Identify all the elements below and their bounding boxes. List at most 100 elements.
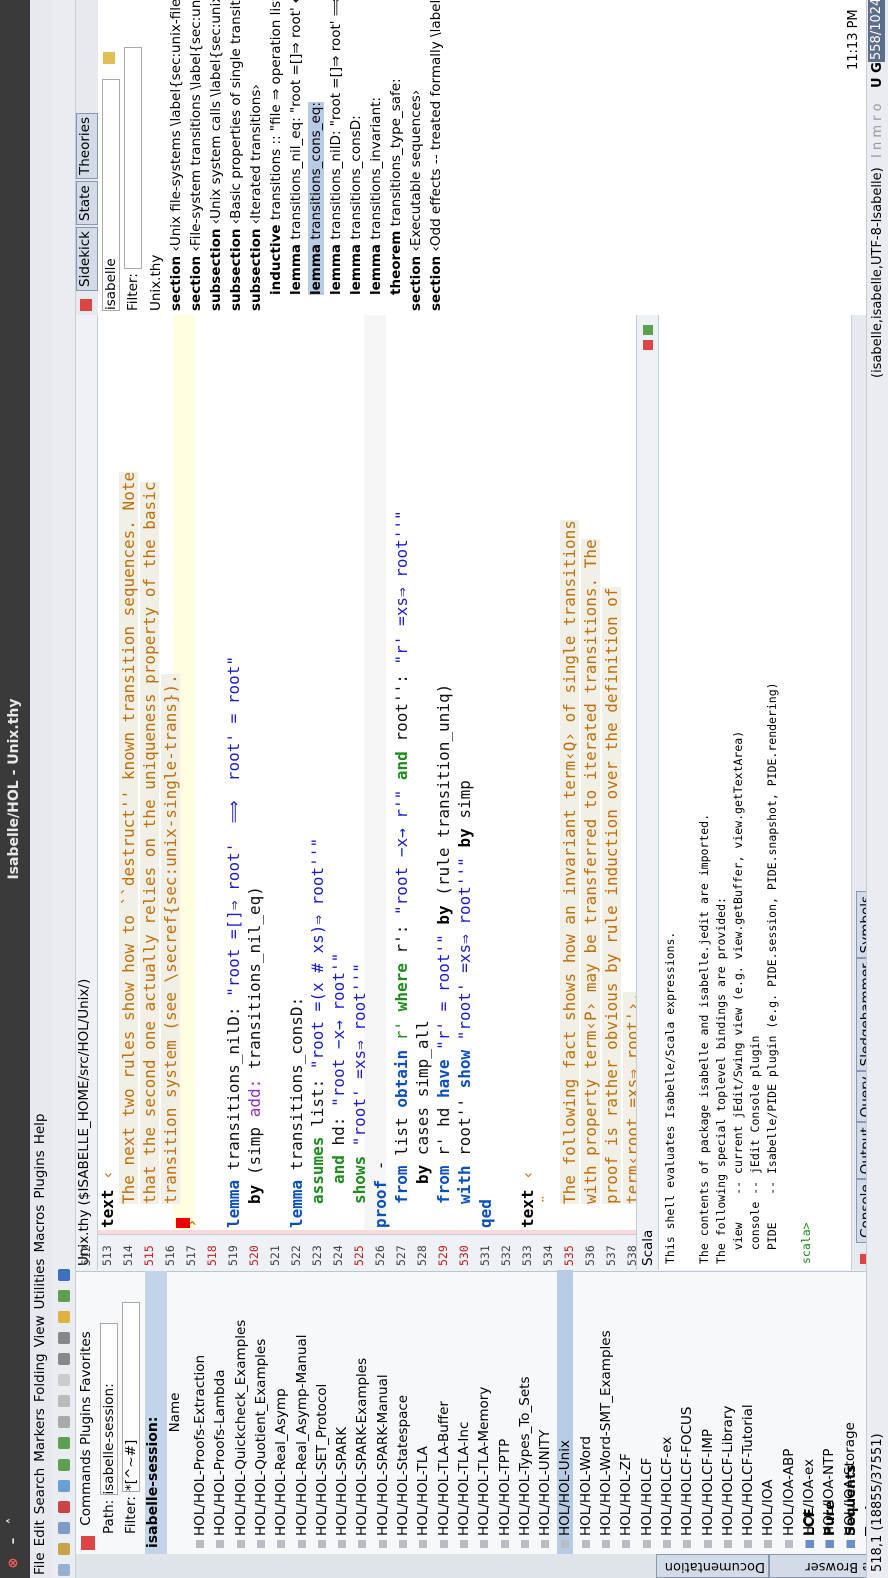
file-item[interactable]: HOL/IOA [760,1480,776,1548]
outline-item[interactable]: section ‹Unix file-systems \label{sec:un… [168,0,184,311]
cut-icon[interactable] [58,1416,70,1429]
tab-commands[interactable]: Commands [78,1449,94,1525]
outline-item[interactable]: lemma transitions_nil_eq: "root =[]⇒ roo… [288,0,304,295]
menu-file[interactable]: File [30,1549,48,1578]
outline-item[interactable]: inductive transitions :: "file ⇒ operati… [268,0,284,295]
file-item[interactable]: HOL/HOLCF-Library [720,1406,736,1548]
print-icon[interactable] [58,1479,70,1492]
menu-edit[interactable]: Edit [30,1517,48,1549]
outline-item[interactable]: section ‹Executable sequences› [408,90,424,311]
file-item[interactable]: HOL/HOL-TLA-Inc [456,1422,472,1548]
buffer-mode-info[interactable]: (isabelle,isabelle,UTF-8-Isabelle) [870,167,885,378]
memory-indicator[interactable]: 558/1024MB [868,0,885,62]
folder-group[interactable]: Sequents [843,1465,859,1548]
save-icon[interactable] [58,1521,70,1534]
undo-icon[interactable] [58,1458,70,1471]
file-item[interactable]: HOL/HOL-TLA-Buffer [436,1401,452,1548]
file-item[interactable]: HOL/HOL-TPTP [497,1439,513,1548]
folder-group[interactable]: LCF [802,1508,818,1548]
find-icon[interactable] [58,1353,70,1366]
caret-position[interactable]: 518,1 (18855/37551) [870,1433,885,1572]
tab-state[interactable]: State [76,181,98,225]
file-item[interactable]: HOL/HOLCF-FOCUS [679,1407,695,1548]
file-item[interactable]: HOL/HOL-Quickcheck_Examples [233,1320,249,1548]
file-item[interactable]: HOL/HOL-Real_Asymp-Manual [294,1334,310,1548]
tab-documentation[interactable]: Documentation [656,1554,769,1578]
expand-icon[interactable] [806,1540,814,1548]
parser-select[interactable]: isabelle [102,79,120,311]
new-file-icon[interactable] [58,1564,70,1576]
buffer-path[interactable]: Unix.thy ($ISABELLE_HOME/src/HOL/Unix/) [76,979,92,1266]
outline-item[interactable]: subsection ‹Basic properties of single t… [228,0,244,311]
paste-icon[interactable] [58,1374,70,1387]
menu-markers[interactable]: Markers [30,1405,48,1465]
outline-item[interactable]: lemma transitions_cons_eq: [308,102,324,295]
tab-theories[interactable]: Theories [76,112,98,179]
close-right-dock-icon[interactable] [80,299,92,311]
sidekick-filter-input[interactable] [124,46,142,269]
file-item[interactable]: HOL/HOL-SPARK-Examples [354,1358,370,1548]
file-item[interactable]: HOL/HOL-Types_To_Sets [517,1377,533,1548]
file-item[interactable]: HOL/HOL-Proofs-Extraction [192,1355,208,1548]
menu-macros[interactable]: Macros [30,1202,48,1256]
menu-view[interactable]: View [30,1312,48,1350]
filter-field[interactable]: *[^~#] [122,1301,140,1492]
parse-icon[interactable] [103,51,115,64]
copy-icon[interactable] [58,1395,70,1408]
file-item[interactable]: HOL/HOL-Statespace [395,1395,411,1548]
menu-utilities[interactable]: Utilities [30,1256,48,1313]
file-item[interactable]: HOL/HOL-Unix [557,1265,574,1554]
text-area[interactable]: text ‹ The next two rules show how to ``… [98,278,642,1234]
file-item[interactable]: HOL/HOLCF-IMP [700,1429,716,1548]
outline-item[interactable]: section ‹File-system transitions \label{… [188,0,204,311]
menu-help[interactable]: Help [30,1111,48,1148]
file-item[interactable]: HOL/HOLCF-Tutorial [740,1404,756,1548]
menu-folding[interactable]: Folding [30,1350,48,1405]
tab-sidekick[interactable]: Sidekick [76,226,98,291]
menu-plugins[interactable]: Plugins [30,1147,48,1201]
file-item[interactable]: HOL/HOL-TLA-Memory [476,1387,492,1548]
file-item[interactable]: HOL/HOLCF [639,1458,655,1548]
help-icon[interactable] [58,1268,70,1281]
outline-item[interactable]: lemma transitions_invariant: [368,97,384,295]
path-field[interactable]: isabelle-session: [100,1323,118,1496]
global-options-icon[interactable] [58,1310,70,1323]
outline-item[interactable]: subsection ‹Unix system calls \label{sec… [208,0,224,311]
file-item[interactable]: HOL/HOL-Word-SMT_Examples [598,1330,614,1548]
file-item[interactable]: HOL/HOL-UNITY [537,1430,553,1548]
file-item[interactable]: HOL/HOL-ZF [618,1453,634,1548]
plugin-manager-icon[interactable] [58,1289,70,1302]
file-item[interactable]: HOL/HOL-Quotient_Examples [253,1339,269,1548]
file-item[interactable]: HOL/IOA-ABP [781,1449,797,1548]
close-panel-icon[interactable] [81,1536,95,1550]
outline-item[interactable]: theorem transitions_type_safe: [388,78,404,295]
file-item[interactable]: HOL/HOL-Proofs-Lambda [212,1370,228,1548]
file-item[interactable]: HOL/HOL-TLA [415,1446,431,1548]
console-stop-icon[interactable] [643,340,653,350]
expand-icon[interactable] [846,1540,855,1548]
menu-search[interactable]: Search [30,1465,48,1517]
folder-group[interactable]: Pure [822,1501,838,1548]
file-item[interactable]: HOL/HOL-Word [578,1436,594,1548]
name-column-header[interactable]: Name [167,1271,191,1554]
outline-item[interactable]: section ‹Odd effects -- treated formally… [428,0,444,311]
file-item[interactable]: HOL/HOL-Real_Asymp [273,1388,289,1548]
close-file-icon[interactable] [58,1500,70,1513]
tab-favorites[interactable]: Favorites [78,1331,94,1392]
file-item[interactable]: HOL/HOL-SET_Protocol [314,1384,330,1548]
find-next-icon[interactable] [58,1331,70,1344]
expand-icon[interactable] [826,1540,835,1548]
tab-plugins[interactable]: Plugins [78,1397,94,1445]
console-prompt[interactable]: scala> [799,1222,813,1264]
console-run-icon[interactable] [643,325,653,335]
outline-item[interactable]: lemma transitions_consD: [348,115,364,295]
open-file-icon[interactable] [58,1542,70,1555]
file-item[interactable]: HOL/HOL-SPARK-Manual [375,1374,391,1548]
redo-icon[interactable] [58,1437,70,1450]
shell-selector[interactable]: Scala [640,1230,656,1266]
outline-item[interactable]: subsection ‹Iterated transitions› [248,84,264,311]
file-item[interactable]: HOL/HOL-SPARK [334,1427,350,1548]
console-output[interactable]: This shell evaluates Isabelle/Scala expr… [663,324,843,1264]
outline-item[interactable]: lemma transitions_nilD: "root =[]⇒ root'… [328,0,344,295]
session-root[interactable]: isabelle-session: [145,1271,167,1554]
